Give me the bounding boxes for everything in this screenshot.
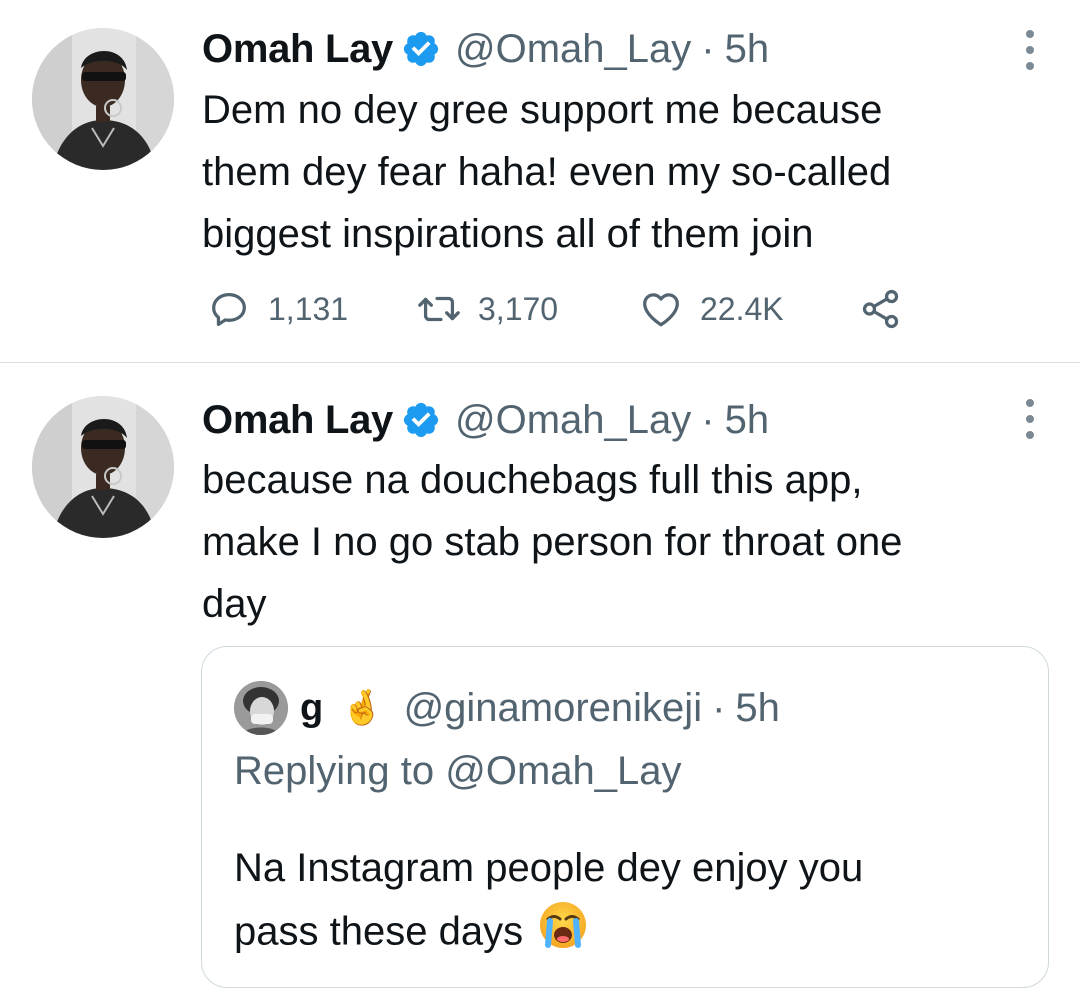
avatar[interactable] (32, 28, 174, 170)
tweet-time[interactable]: 5h (725, 27, 770, 72)
author-handle[interactable]: @Omah_Lay (455, 27, 691, 72)
quoted-tweet-text: Na Instagram people dey enjoy you pass t… (234, 837, 1014, 969)
quoted-tweet-time[interactable]: 5h (735, 686, 780, 731)
quoted-avatar[interactable] (234, 681, 288, 735)
replying-to-mention[interactable]: @Omah_Lay (445, 749, 681, 793)
tweet-text: because na douchebags full this app, mak… (202, 458, 903, 626)
quoted-avatar-photo (234, 681, 288, 735)
tweet-header: Omah Lay @Omah_Lay · 5h (202, 24, 769, 74)
heart-icon (643, 293, 679, 327)
avatar[interactable] (32, 396, 174, 538)
tweet-2[interactable]: Omah Lay @Omah_Lay · 5h because na douch… (0, 363, 1080, 988)
reply-button[interactable]: 1,131 (206, 286, 416, 332)
tweet-header: Omah Lay @Omah_Lay · 5h (202, 395, 769, 445)
replying-to-label: Replying to (234, 749, 446, 793)
avatar-photo (32, 28, 174, 170)
author-name[interactable]: Omah Lay (202, 27, 393, 72)
retweet-count: 3,170 (478, 290, 559, 327)
reply-icon (212, 292, 246, 326)
retweet-icon (418, 296, 460, 322)
verified-badge-icon (401, 29, 441, 69)
more-options-icon[interactable] (1022, 30, 1038, 70)
avatar-photo (32, 396, 174, 538)
verified-badge-icon (401, 400, 441, 440)
loudly-crying-face-icon (537, 899, 589, 969)
like-count: 22.4K (700, 290, 784, 327)
author-name[interactable]: Omah Lay (202, 398, 393, 443)
quoted-author-handle[interactable]: @ginamorenikeji (404, 686, 703, 731)
quoted-author-name[interactable]: g (300, 687, 323, 730)
tweet-time[interactable]: 5h (725, 398, 770, 443)
author-handle[interactable]: @Omah_Lay (455, 398, 691, 443)
like-button[interactable]: 22.4K (638, 286, 858, 332)
separator-dot: · (712, 685, 726, 730)
separator-dot: · (701, 397, 715, 442)
share-button[interactable] (858, 286, 904, 332)
retweet-button[interactable]: 3,170 (416, 286, 638, 332)
tweet-1[interactable]: Omah Lay @Omah_Lay · 5h Dem no dey gree … (0, 0, 1080, 363)
reply-count: 1,131 (268, 290, 349, 327)
tweet-actions: 1,131 3,170 22.4K (206, 286, 904, 332)
fingers-crossed-emoji: 🤞 (341, 689, 384, 727)
share-icon (862, 289, 899, 329)
separator-dot: · (701, 26, 715, 71)
more-options-icon[interactable] (1022, 399, 1038, 439)
quoted-tweet[interactable]: g 🤞 @ginamorenikeji · 5h Replying to @Om… (201, 646, 1049, 988)
tweet-text: Dem no dey gree support me because them … (202, 88, 892, 256)
replying-to-line: Replying to @Omah_Lay (234, 749, 682, 794)
quoted-tweet-header: g 🤞 @ginamorenikeji · 5h (234, 681, 780, 735)
